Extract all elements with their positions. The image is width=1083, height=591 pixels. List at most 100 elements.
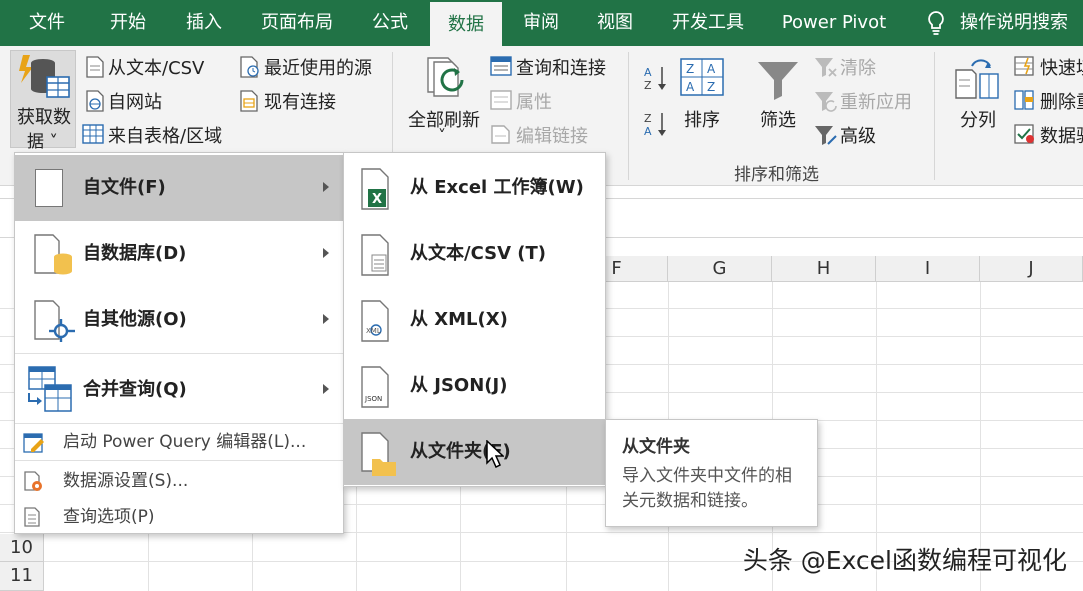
from-web-button[interactable]: 自网站 bbox=[108, 88, 162, 114]
filter-label: 筛选 bbox=[760, 110, 796, 131]
remove-duplicates-icon bbox=[1014, 90, 1036, 114]
svg-text:Z: Z bbox=[686, 62, 694, 76]
tab-developer[interactable]: 开发工具 bbox=[662, 0, 754, 46]
filter-button[interactable]: 筛选 bbox=[752, 54, 804, 146]
tab-file[interactable]: 文件 bbox=[12, 0, 82, 46]
sort-button[interactable]: ZAAZ 排序 bbox=[678, 54, 728, 146]
data-validation-button[interactable]: 数据验 bbox=[1040, 122, 1083, 148]
get-data-button[interactable]: 获取数 据 ˅ bbox=[10, 50, 76, 152]
sort-ascending-icon[interactable]: AZ bbox=[644, 64, 668, 96]
flash-fill-button[interactable]: 快速填 bbox=[1040, 54, 1083, 80]
tab-view[interactable]: 视图 bbox=[582, 0, 648, 46]
column-header-h[interactable]: H bbox=[772, 256, 876, 282]
tab-formulas[interactable]: 公式 bbox=[354, 0, 426, 46]
menu-item-combine-queries[interactable]: 合并查询(Q) bbox=[15, 357, 343, 423]
clear-filter-icon bbox=[814, 56, 838, 82]
submenu-arrow-icon bbox=[323, 182, 329, 192]
tab-home[interactable]: 开始 bbox=[92, 0, 164, 46]
tab-insert[interactable]: 插入 bbox=[168, 0, 240, 46]
tab-power-pivot[interactable]: Power Pivot bbox=[772, 0, 896, 46]
row-header-11[interactable]: 11 bbox=[0, 562, 44, 591]
get-data-label-line1: 获取数 bbox=[17, 107, 71, 128]
tab-page-layout[interactable]: 页面布局 bbox=[248, 0, 346, 46]
text-to-columns-icon bbox=[954, 58, 1000, 106]
menu-item-from-text-csv[interactable]: 从文本/CSV (T) bbox=[344, 221, 605, 287]
reapply-button[interactable]: 重新应用 bbox=[840, 88, 912, 114]
xml-file-icon: XML bbox=[358, 299, 394, 347]
from-text-csv-button[interactable]: 从文本/CSV bbox=[108, 54, 204, 80]
tab-data[interactable]: 数据 bbox=[430, 2, 502, 46]
combine-query-icon bbox=[25, 365, 73, 417]
svg-text:Z: Z bbox=[644, 79, 652, 92]
svg-text:A: A bbox=[686, 80, 695, 94]
database-table-icon bbox=[17, 55, 71, 103]
clear-button[interactable]: 清除 bbox=[840, 54, 876, 80]
sort-label: 排序 bbox=[684, 110, 720, 131]
menu-item-from-folder[interactable]: 从文件夹(F) bbox=[344, 419, 605, 485]
tell-me-search[interactable]: 操作说明搜索 bbox=[960, 0, 1083, 46]
refresh-all-dropdown: ˅ bbox=[438, 126, 446, 145]
text-to-columns-button[interactable]: 分列 bbox=[948, 54, 1008, 146]
svg-text:A: A bbox=[644, 125, 652, 138]
tooltip-body: 导入文件夹中文件的相关元数据和链接。 bbox=[622, 466, 792, 511]
submenu-arrow-icon bbox=[323, 384, 329, 394]
excel-workbook-icon: X bbox=[358, 167, 394, 215]
svg-text:Z: Z bbox=[644, 112, 652, 125]
menu-item-data-source-settings[interactable]: 数据源设置(S)... bbox=[15, 463, 343, 499]
data-validation-icon bbox=[1014, 124, 1036, 148]
reapply-icon bbox=[814, 90, 838, 116]
menu-item-label: 查询选项(P) bbox=[63, 507, 155, 527]
tooltip-title: 从文件夹 bbox=[622, 437, 690, 457]
menu-item-label: 自文件(F) bbox=[83, 177, 166, 198]
queries-connections-button[interactable]: 查询和连接 bbox=[516, 54, 606, 80]
mouse-cursor-icon bbox=[486, 439, 505, 472]
from-table-range-button[interactable]: 来自表格/区域 bbox=[108, 122, 222, 148]
menu-item-label: 从 XML(X) bbox=[410, 309, 508, 330]
menu-item-label: 从文本/CSV (T) bbox=[410, 243, 547, 264]
database-icon bbox=[33, 233, 75, 281]
ribbon-separator bbox=[934, 52, 935, 180]
sort-descending-icon[interactable]: ZA bbox=[644, 110, 668, 142]
menu-item-from-file[interactable]: 自文件(F) bbox=[15, 155, 343, 221]
menu-item-from-xml[interactable]: XML 从 XML(X) bbox=[344, 287, 605, 353]
submenu-arrow-icon bbox=[323, 248, 329, 258]
menu-item-from-database[interactable]: 自数据库(D) bbox=[15, 221, 343, 287]
edit-links-button[interactable]: 编辑链接 bbox=[516, 122, 588, 148]
flash-fill-icon bbox=[1014, 56, 1036, 80]
text-to-columns-label: 分列 bbox=[960, 110, 996, 131]
edit-links-icon bbox=[490, 124, 512, 148]
folder-icon bbox=[358, 431, 398, 481]
advanced-filter-icon bbox=[814, 124, 838, 150]
menu-item-launch-power-query-editor[interactable]: 启动 Power Query 编辑器(L)... bbox=[15, 424, 343, 460]
submenu-arrow-icon bbox=[323, 314, 329, 324]
menu-item-query-options[interactable]: 查询选项(P) bbox=[15, 499, 343, 535]
menu-divider bbox=[15, 353, 343, 354]
existing-connections-button[interactable]: 现有连接 bbox=[264, 88, 336, 114]
menu-item-label: 从 JSON(J) bbox=[410, 375, 508, 396]
menu-item-from-excel-workbook[interactable]: X 从 Excel 工作簿(W) bbox=[344, 155, 605, 221]
recent-sources-button[interactable]: 最近使用的源 bbox=[264, 54, 372, 80]
menu-item-label: 自数据库(D) bbox=[83, 243, 187, 264]
menu-divider bbox=[15, 460, 343, 461]
json-file-icon: JSON bbox=[358, 365, 394, 413]
advanced-button[interactable]: 高级 bbox=[840, 122, 876, 148]
menu-item-from-other-sources[interactable]: 自其他源(O) bbox=[15, 287, 343, 353]
column-header-i[interactable]: I bbox=[876, 256, 980, 282]
query-options-icon bbox=[23, 507, 45, 533]
existing-connections-icon bbox=[240, 90, 260, 116]
get-data-menu: 自文件(F) 自数据库(D) 自其他源(O) 合并查询(Q) 启动 Power … bbox=[14, 152, 344, 534]
properties-icon bbox=[490, 90, 512, 114]
svg-text:A: A bbox=[707, 62, 716, 76]
remove-duplicates-button[interactable]: 删除重 bbox=[1040, 88, 1083, 114]
ribbon-tab-bar: 文件 开始 插入 页面布局 公式 数据 审阅 视图 开发工具 Power Piv… bbox=[0, 0, 1083, 46]
lightbulb-icon bbox=[926, 10, 946, 40]
column-header-j[interactable]: J bbox=[980, 256, 1083, 282]
menu-item-label: 合并查询(Q) bbox=[83, 379, 187, 400]
column-header-g[interactable]: G bbox=[668, 256, 772, 282]
menu-item-label: 从 Excel 工作簿(W) bbox=[410, 177, 584, 198]
row-header-10[interactable]: 10 bbox=[0, 534, 44, 562]
menu-item-from-json[interactable]: JSON 从 JSON(J) bbox=[344, 353, 605, 419]
refresh-all-button[interactable]: 全部刷新 ˅ bbox=[404, 50, 484, 146]
tab-review[interactable]: 审阅 bbox=[508, 0, 574, 46]
properties-button[interactable]: 属性 bbox=[516, 88, 552, 114]
